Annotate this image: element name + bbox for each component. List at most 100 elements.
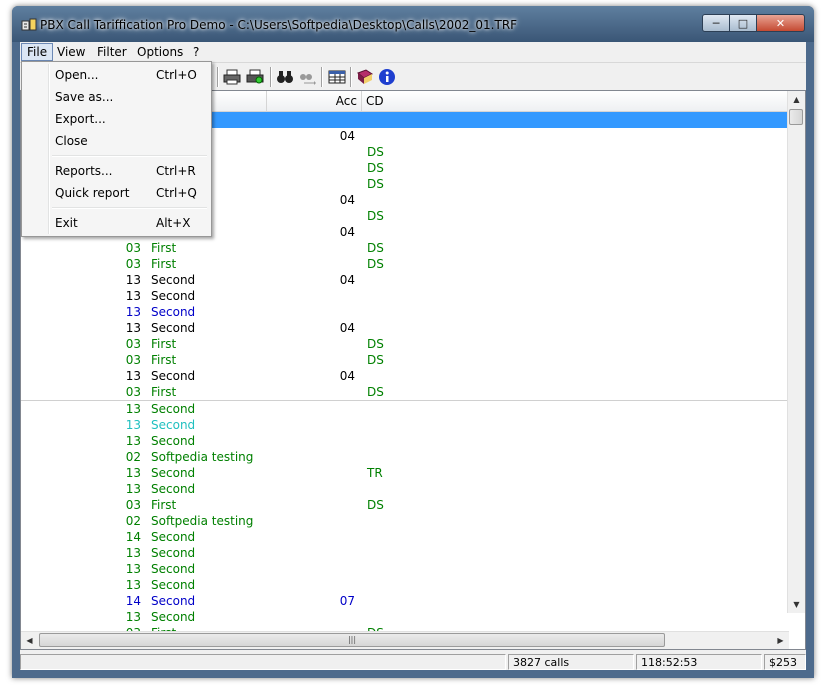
menu-item-open[interactable]: Open... Ctrl+O [24,65,209,85]
column-header-cd[interactable]: CD [362,91,789,111]
menu-item-exit[interactable]: Exit Alt+X [24,213,209,233]
menu-help[interactable]: ? [188,43,204,61]
cell-acc: 07 [339,594,355,608]
table-row[interactable]: 03 First DS [21,497,788,513]
menu-item-close[interactable]: Close [24,131,209,151]
vertical-scroll-thumb[interactable] [789,109,803,125]
cell-code: 02 [125,514,141,528]
table-row[interactable]: 03 First DS [21,336,788,352]
cell-cd: DS [367,177,384,191]
menu-item-label: Reports... [55,164,113,178]
menu-bar: File View Filter Options ? [20,42,806,62]
table-row[interactable]: 03 First DS [21,256,788,272]
table-row[interactable]: 13 Second [21,609,788,625]
cell-code: 13 [125,321,141,335]
cell-cd: DS [367,385,384,399]
print-icon[interactable] [222,67,242,87]
cell-group: Second [151,369,196,383]
cell-cd: DS [367,337,384,351]
maximize-button[interactable]: □ [730,14,757,32]
cell-cd: DS [367,257,384,271]
help-book-icon[interactable] [355,67,375,87]
menu-item-save-as[interactable]: Save as... [24,87,209,107]
table-row[interactable]: 02 Softpedia testing [21,513,788,529]
menu-item-export[interactable]: Export... [24,109,209,129]
table-row[interactable]: 03 First DS [21,384,788,400]
print-preview-icon[interactable] [245,67,265,87]
scroll-up-icon[interactable]: ▲ [788,91,805,108]
scroll-down-icon[interactable]: ▼ [788,596,805,613]
menu-item-label: Export... [55,112,106,126]
status-bar: 3827 calls 118:52:53 $253 [20,653,806,670]
cell-code: 13 [125,546,141,560]
menu-item-shortcut: Ctrl+Q [156,186,197,200]
table-row[interactable]: 13 Second [21,577,788,593]
table-icon[interactable] [327,67,347,87]
cell-cd: DS [367,161,384,175]
file-menu-dropdown: Open... Ctrl+O Save as... Export... Clos… [21,61,212,237]
table-row[interactable]: 13 Second [21,304,788,320]
table-row[interactable]: 13 Second 04 [21,368,788,384]
vertical-scrollbar[interactable]: ▲ ▼ [787,91,805,613]
toolbar-separator [321,67,323,87]
cell-group: First [151,353,177,367]
horizontal-scroll-thumb[interactable]: ||| [39,633,665,647]
cell-group: Second [151,305,196,319]
status-calls: 3827 calls [508,654,634,670]
table-row[interactable]: 03 First DS [21,352,788,368]
cell-code: 13 [125,305,141,319]
title-bar[interactable]: PBX Call Tariffication Pro Demo - C:\Use… [12,6,814,42]
close-button[interactable]: ✕ [757,14,805,32]
menu-item-label: Open... [55,68,99,82]
column-header-acc[interactable]: Acc [267,91,362,111]
menu-options[interactable]: Options [132,43,188,61]
cell-acc: 04 [339,321,355,335]
close-icon: ✕ [775,16,786,30]
column-header-label: CD [366,94,384,108]
table-row[interactable]: 13 Second [21,417,788,433]
info-icon[interactable] [377,67,397,87]
table-row[interactable]: 13 Second TR [21,465,788,481]
table-row[interactable]: 13 Second [21,545,788,561]
menu-file[interactable]: File [21,43,54,61]
table-row[interactable]: 13 Second 04 [21,272,788,288]
cell-group: Second [151,610,196,624]
menu-item-label: Save as... [55,90,114,104]
table-row[interactable]: 13 Second [21,481,788,497]
table-row[interactable]: 13 Second [21,400,788,417]
cell-acc: 04 [339,273,355,287]
table-row[interactable]: 13 Second [21,561,788,577]
horizontal-scrollbar[interactable]: ◀ ||| ▶ [21,631,789,649]
table-row[interactable]: 02 Softpedia testing [21,449,788,465]
cell-group: First [151,337,177,351]
minimize-icon: ─ [712,16,720,30]
minimize-button[interactable]: ─ [702,14,730,32]
cell-code: 13 [125,578,141,592]
table-row[interactable]: 13 Second [21,433,788,449]
cell-cd: DS [367,145,384,159]
find-icon[interactable] [275,67,295,87]
toolbar-separator [270,67,272,87]
menu-view[interactable]: View [52,43,90,61]
window-title: PBX Call Tariffication Pro Demo - C:\Use… [40,18,518,32]
table-row[interactable]: 13 Second 04 [21,320,788,336]
table-row[interactable]: 14 Second [21,529,788,545]
cell-group: First [151,257,177,271]
cell-group: Second [151,482,196,496]
cell-group: Second [151,578,196,592]
table-row[interactable]: 14 Second 07 [21,593,788,609]
scroll-right-icon[interactable]: ▶ [772,632,789,649]
find-next-icon[interactable] [297,67,317,87]
menu-item-label: Quick report [55,186,130,200]
cell-cd: TR [367,466,383,480]
menu-item-shortcut: Ctrl+O [156,68,197,82]
scroll-left-icon[interactable]: ◀ [21,632,38,649]
menu-item-quick-report[interactable]: Quick report Ctrl+Q [24,183,209,203]
menu-filter[interactable]: Filter [92,43,132,61]
menu-item-reports[interactable]: Reports... Ctrl+R [24,161,209,181]
table-row[interactable]: 03 First DS [21,240,788,256]
cell-group: Second [151,562,196,576]
status-duration: 118:52:53 [636,654,762,670]
table-row[interactable]: 13 Second [21,288,788,304]
menu-separator [52,207,207,209]
